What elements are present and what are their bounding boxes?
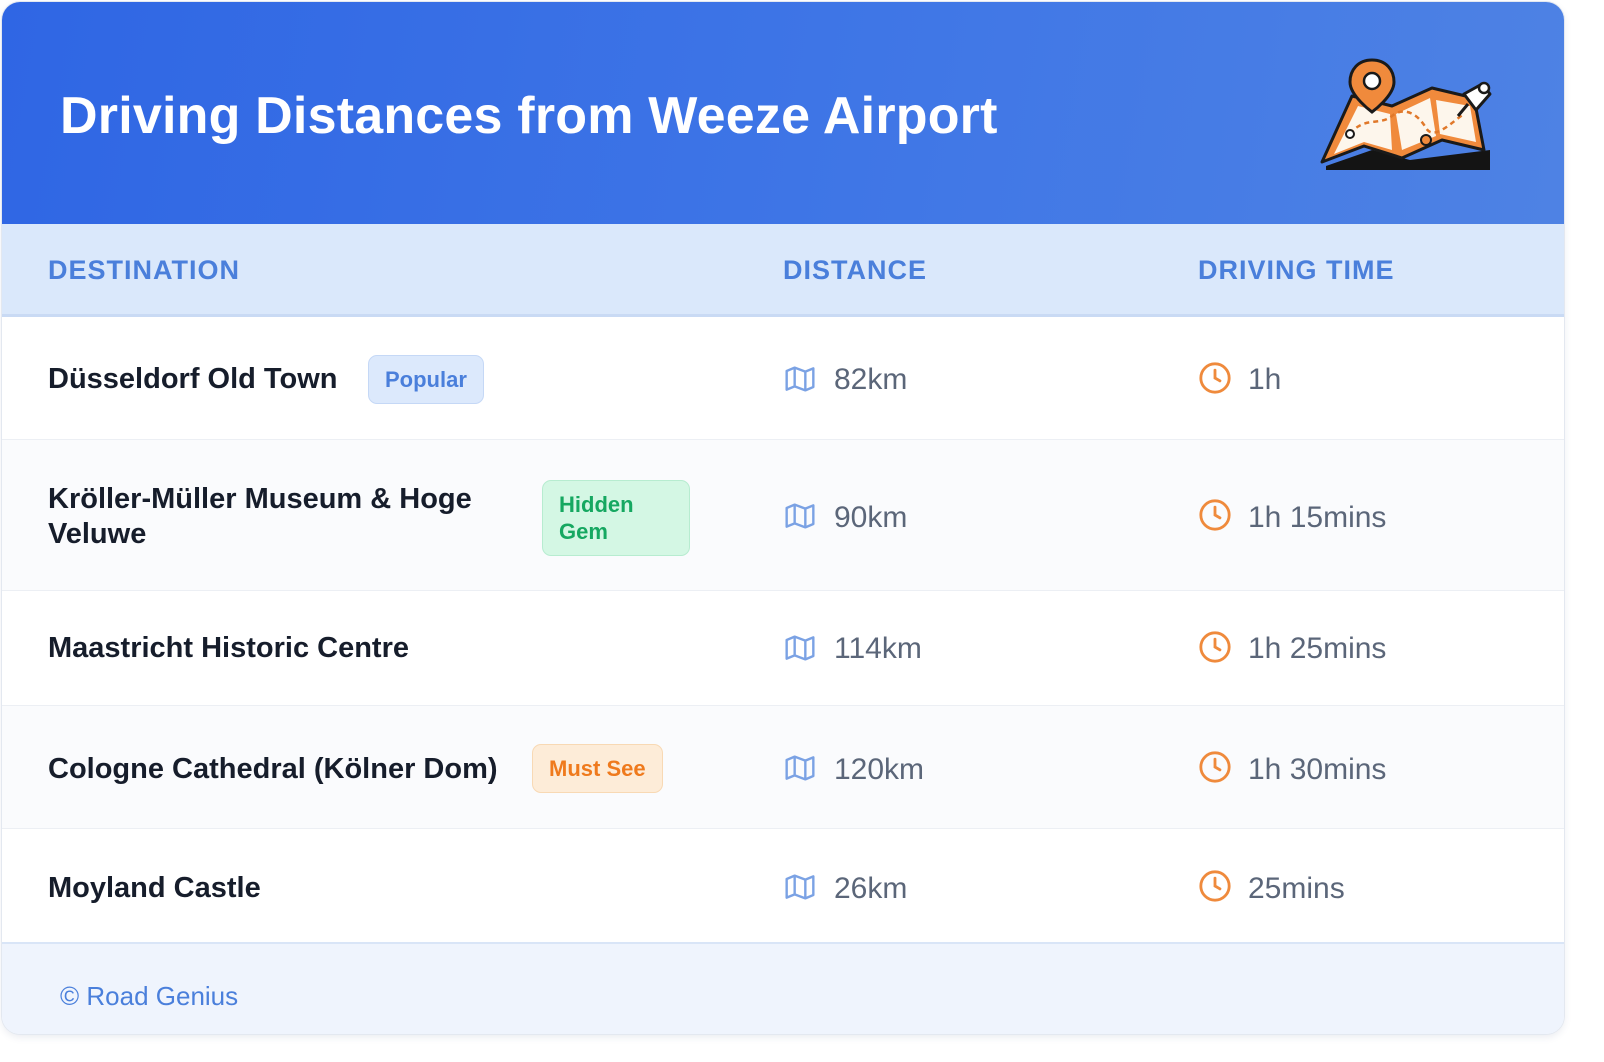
page-title: Driving Distances from Weeze Airport: [60, 87, 998, 145]
footer-credit-link[interactable]: © Road Genius: [60, 980, 238, 1012]
clock-icon: [1199, 499, 1231, 531]
clock-icon: [1199, 751, 1231, 783]
table-row[interactable]: Cologne Cathedral (Kölner Dom) Must See …: [2, 706, 1564, 829]
table-row[interactable]: Düsseldorf Old Town Popular 82km 1h: [2, 317, 1564, 440]
map-icon: [785, 635, 815, 661]
distance-value: 120km: [834, 753, 925, 786]
distance-value: 82km: [834, 363, 908, 396]
driving-time-value: 1h 25mins: [1248, 632, 1387, 665]
map-icon: [785, 366, 815, 392]
header-banner: Driving Distances from Weeze Airport: [2, 2, 1564, 224]
column-header-destination[interactable]: DESTINATION: [48, 254, 240, 286]
column-header-distance[interactable]: DISTANCE: [783, 254, 927, 286]
destination-name: Cologne Cathedral (Kölner Dom): [48, 753, 498, 785]
destination-name: Kröller-Müller Museum & Hoge Veluwe: [48, 483, 472, 550]
driving-time-value: 1h: [1248, 363, 1282, 396]
map-pin-icon: [1320, 58, 1492, 170]
table-row[interactable]: Maastricht Historic Centre 114km 1h 25mi…: [2, 591, 1564, 706]
destination-name: Düsseldorf Old Town: [48, 363, 338, 395]
distance-value: 90km: [834, 501, 908, 534]
map-icon: [785, 503, 815, 529]
clock-icon: [1199, 631, 1231, 663]
column-header-driving-time[interactable]: DRIVING TIME: [1198, 254, 1395, 286]
distances-card: Driving Distances from Weeze Airport DES…: [2, 2, 1564, 1034]
clock-icon: [1199, 362, 1231, 394]
table-row[interactable]: Kröller-Müller Museum & Hoge Veluwe Hidd…: [2, 440, 1564, 591]
clock-icon: [1199, 870, 1231, 902]
driving-time-value: 1h 15mins: [1248, 501, 1387, 534]
distance-value: 26km: [834, 872, 908, 905]
destination-name: Maastricht Historic Centre: [48, 632, 409, 664]
hidden-gem-badge: Hidden Gem: [542, 480, 690, 556]
distance-value: 114km: [834, 632, 922, 665]
popular-badge: Popular: [368, 355, 484, 404]
must-see-badge: Must See: [532, 744, 663, 793]
map-icon: [785, 874, 815, 900]
destination-name: Moyland Castle: [48, 872, 261, 904]
driving-time-value: 25mins: [1248, 872, 1345, 905]
table-header: DESTINATION DISTANCE DRIVING TIME: [2, 224, 1564, 317]
table-row[interactable]: Moyland Castle 26km 25mins: [2, 829, 1564, 942]
footer: © Road Genius: [2, 942, 1564, 1034]
map-icon: [785, 755, 815, 781]
driving-time-value: 1h 30mins: [1248, 753, 1387, 786]
